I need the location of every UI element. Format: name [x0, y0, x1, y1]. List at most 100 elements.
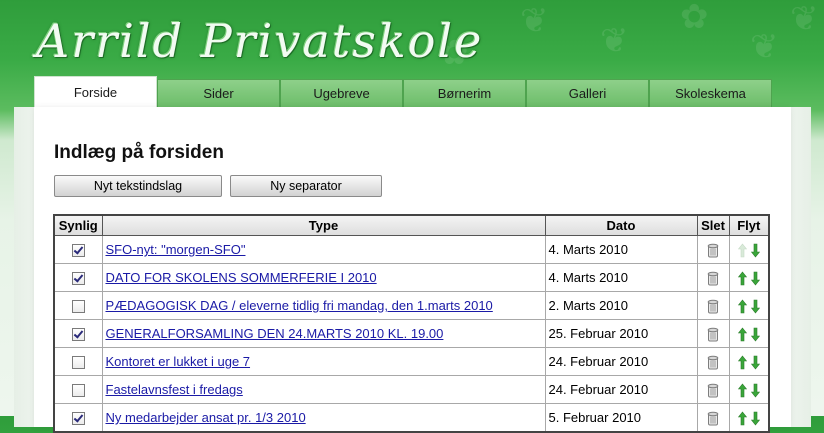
- new-separator-button[interactable]: Ny separator: [230, 175, 382, 197]
- column-header-date[interactable]: Dato: [544, 214, 698, 236]
- visible-cell: [53, 375, 103, 404]
- column-header-visible[interactable]: Synlig: [53, 214, 103, 236]
- delete-cell: [696, 263, 730, 292]
- arrow-down-icon[interactable]: [750, 297, 760, 314]
- arrow-up-icon[interactable]: [737, 269, 747, 285]
- trash-can-icon[interactable]: [707, 297, 719, 314]
- delete-cell: [696, 291, 730, 320]
- table-row: SFO-nyt: "morgen-SFO" 4. Marts 2010: [53, 235, 770, 264]
- visible-checkbox[interactable]: [71, 244, 85, 258]
- site-title: Arrild Privatskole: [36, 14, 484, 68]
- visible-cell: [53, 291, 103, 320]
- arrow-down-icon[interactable]: [750, 241, 760, 258]
- arrow-up-icon[interactable]: [737, 381, 747, 397]
- visible-checkbox[interactable]: [71, 328, 85, 342]
- visible-checkbox[interactable]: [71, 300, 85, 314]
- table-row: Ny medarbejder ansat pr. 1/3 2010 5. Febr…: [53, 403, 770, 433]
- posts-table: Synlig Type Dato Slet Flyt SFO-nyt: "mor…: [53, 214, 770, 433]
- date-cell: 5. Februar 2010: [544, 403, 698, 433]
- new-text-post-button[interactable]: Nyt tekstindslag: [54, 175, 222, 197]
- site-header: ❦ ❦ ✿ ❦ ✿ ❦ Arrild Privatskole: [0, 0, 824, 78]
- move-cell: [728, 319, 770, 348]
- table-row: GENERALFORSAMLING DEN 24.MARTS 2010 KL. …: [53, 319, 770, 348]
- visible-cell: [53, 319, 103, 348]
- type-cell: GENERALFORSAMLING DEN 24.MARTS 2010 KL. …: [101, 319, 546, 348]
- post-title-link[interactable]: DATO FOR SKOLENS SOMMERFERIE I 2010: [106, 270, 377, 285]
- move-cell: [728, 235, 770, 264]
- table-row: PÆDAGOGISK DAG / eleverne tidlig fri man…: [53, 291, 770, 320]
- move-cell: [728, 375, 770, 404]
- move-cell: [728, 347, 770, 376]
- leaf-decoration: ❦: [520, 2, 549, 40]
- leaf-decoration: ✿: [680, 0, 709, 36]
- type-cell: PÆDAGOGISK DAG / eleverne tidlig fri man…: [101, 291, 546, 320]
- arrow-up-icon[interactable]: [737, 325, 747, 341]
- arrow-down-icon[interactable]: [750, 269, 760, 286]
- visible-checkbox[interactable]: [71, 384, 85, 398]
- post-title-link[interactable]: PÆDAGOGISK DAG / eleverne tidlig fri man…: [106, 298, 493, 313]
- trash-can-icon[interactable]: [707, 409, 719, 426]
- table-header-row: Synlig Type Dato Slet Flyt: [53, 214, 770, 236]
- visible-cell: [53, 263, 103, 292]
- delete-cell: [696, 319, 730, 348]
- tab-sider[interactable]: Sider: [157, 79, 280, 107]
- delete-cell: [696, 375, 730, 404]
- table-row: DATO FOR SKOLENS SOMMERFERIE I 2010 4. Ma…: [53, 263, 770, 292]
- visible-cell: [53, 403, 103, 433]
- visible-cell: [53, 235, 103, 264]
- type-cell: DATO FOR SKOLENS SOMMERFERIE I 2010: [101, 263, 546, 292]
- leaf-decoration: ❦: [750, 28, 779, 66]
- column-header-type[interactable]: Type: [101, 214, 546, 236]
- type-cell: Fastelavnsfest i fredags: [101, 375, 546, 404]
- date-cell: 4. Marts 2010: [544, 235, 698, 264]
- visible-checkbox[interactable]: [71, 356, 85, 370]
- move-cell: [728, 403, 770, 433]
- arrow-down-icon[interactable]: [750, 381, 760, 398]
- tab-galleri[interactable]: Galleri: [526, 79, 649, 107]
- post-title-link[interactable]: SFO-nyt: "morgen-SFO": [106, 242, 246, 257]
- tab-bornerim[interactable]: Børnerim: [403, 79, 526, 107]
- tab-skoleskema[interactable]: Skoleskema: [649, 79, 772, 107]
- date-cell: 24. Februar 2010: [544, 375, 698, 404]
- move-cell: [728, 263, 770, 292]
- type-cell: Ny medarbejder ansat pr. 1/3 2010: [101, 403, 546, 433]
- trash-can-icon[interactable]: [707, 325, 719, 342]
- table-row: Kontoret er lukket i uge 7 24. Februar 20…: [53, 347, 770, 376]
- type-cell: Kontoret er lukket i uge 7: [101, 347, 546, 376]
- trash-can-icon[interactable]: [707, 381, 719, 398]
- trash-can-icon[interactable]: [707, 241, 719, 258]
- page-title: Indlæg på forsiden: [54, 142, 224, 163]
- arrow-down-icon[interactable]: [750, 353, 760, 370]
- main-nav-tabs: Forside Sider Ugebreve Børnerim Galleri …: [34, 76, 772, 107]
- tab-ugebreve[interactable]: Ugebreve: [280, 79, 403, 107]
- visible-cell: [53, 347, 103, 376]
- arrow-up-icon[interactable]: [737, 353, 747, 369]
- delete-cell: [696, 235, 730, 264]
- visible-checkbox[interactable]: [71, 272, 85, 286]
- post-title-link[interactable]: Fastelavnsfest i fredags: [106, 382, 243, 397]
- leaf-decoration: ❦: [600, 22, 629, 60]
- arrow-up-icon[interactable]: [737, 297, 747, 313]
- arrow-up-icon[interactable]: [737, 409, 747, 425]
- date-cell: 4. Marts 2010: [544, 263, 698, 292]
- delete-cell: [696, 403, 730, 433]
- post-title-link[interactable]: Kontoret er lukket i uge 7: [106, 354, 251, 369]
- arrow-down-icon[interactable]: [750, 325, 760, 342]
- delete-cell: [696, 347, 730, 376]
- trash-can-icon[interactable]: [707, 353, 719, 370]
- arrow-down-icon[interactable]: [750, 409, 760, 426]
- column-header-move: Flyt: [728, 214, 770, 236]
- tab-forside[interactable]: Forside: [34, 76, 157, 107]
- table-body: SFO-nyt: "morgen-SFO" 4. Marts 2010 DATO F…: [53, 235, 770, 433]
- leaf-decoration: ❦: [790, 0, 819, 38]
- table-row: Fastelavnsfest i fredags 24. Februar 2010: [53, 375, 770, 404]
- date-cell: 2. Marts 2010: [544, 291, 698, 320]
- arrow-up-icon: [737, 241, 747, 257]
- column-header-delete: Slet: [696, 214, 730, 236]
- post-title-link[interactable]: GENERALFORSAMLING DEN 24.MARTS 2010 KL. …: [106, 326, 444, 341]
- trash-can-icon[interactable]: [707, 269, 719, 286]
- visible-checkbox[interactable]: [71, 412, 85, 426]
- type-cell: SFO-nyt: "morgen-SFO": [101, 235, 546, 264]
- date-cell: 24. Februar 2010: [544, 347, 698, 376]
- post-title-link[interactable]: Ny medarbejder ansat pr. 1/3 2010: [106, 410, 306, 425]
